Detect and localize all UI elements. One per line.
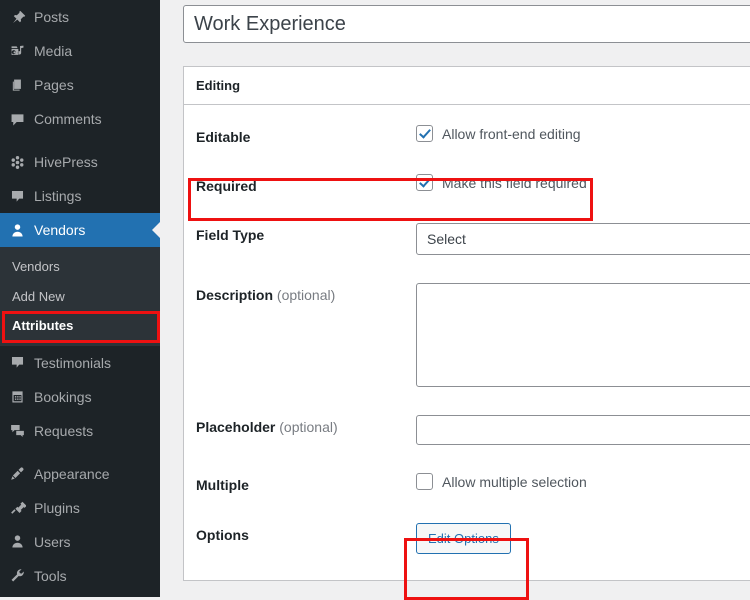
brush-icon	[0, 465, 34, 482]
hivepress-icon	[0, 154, 34, 171]
multiple-checkbox-line[interactable]: Allow multiple selection	[416, 473, 750, 490]
sidebar-item-label: Listings	[34, 189, 81, 203]
editable-checkbox-line[interactable]: Allow front-end editing	[416, 125, 750, 142]
sidebar-item-users[interactable]: Users	[0, 525, 160, 559]
requests-icon	[0, 422, 34, 439]
calendar-icon	[0, 388, 34, 405]
row-multiple: Multiple Allow multiple selection	[196, 459, 750, 508]
sidebar-item-label: Requests	[34, 424, 93, 438]
row-description: Description (optional)	[196, 269, 750, 401]
field-required: Make this field required	[416, 174, 750, 191]
label-required: Required	[196, 174, 416, 195]
row-required: Required Make this field required	[196, 160, 750, 209]
sidebar-item-tools[interactable]: Tools	[0, 559, 160, 593]
field-options: Edit Options	[416, 523, 750, 554]
field-editable: Allow front-end editing	[416, 125, 750, 142]
testimonials-icon	[0, 354, 34, 371]
sidebar-item-label: Comments	[34, 112, 102, 126]
users-icon	[0, 533, 34, 550]
sidebar-item-label: Media	[34, 44, 72, 58]
placeholder-input[interactable]	[416, 415, 750, 445]
row-field-type: Field Type Select	[196, 209, 750, 269]
submenu-item-label: Attributes	[12, 318, 73, 333]
sidebar-item-posts[interactable]: Posts	[0, 0, 160, 34]
panel-title: Editing	[196, 78, 240, 93]
required-checkbox-label: Make this field required	[442, 175, 587, 191]
multiple-checkbox[interactable]	[416, 473, 433, 490]
pin-icon	[0, 9, 34, 26]
editable-checkbox-label: Allow front-end editing	[442, 126, 581, 142]
label-description-text: Description	[196, 287, 273, 303]
admin-sidebar: Posts Media Pages Comments HivePress Lis…	[0, 0, 160, 597]
sidebar-separator-1	[0, 136, 160, 145]
sidebar-item-vendors[interactable]: Vendors	[0, 213, 160, 247]
required-checkbox-line[interactable]: Make this field required	[416, 174, 750, 191]
submenu-item-vendors[interactable]: Vendors	[0, 252, 160, 282]
vendors-icon	[0, 222, 34, 239]
sidebar-item-label: Tools	[34, 569, 67, 583]
field-multiple: Allow multiple selection	[416, 473, 750, 490]
vendors-submenu: Vendors Add New Attributes	[0, 247, 160, 346]
multiple-checkbox-label: Allow multiple selection	[442, 474, 587, 490]
label-description: Description (optional)	[196, 283, 416, 304]
sidebar-item-label: Users	[34, 535, 71, 549]
field-type-select[interactable]: Select	[416, 223, 750, 255]
media-icon	[0, 43, 34, 60]
row-editable: Editable Allow front-end editing	[196, 111, 750, 160]
editing-panel: Editing Editable Allow front-end editing…	[183, 66, 750, 581]
editing-panel-body: Editable Allow front-end editing Require…	[184, 105, 750, 580]
field-field-type: Select	[416, 223, 750, 255]
sidebar-item-comments[interactable]: Comments	[0, 102, 160, 136]
edit-options-button[interactable]: Edit Options	[416, 523, 511, 554]
listings-icon	[0, 188, 34, 205]
sidebar-item-label: Bookings	[34, 390, 92, 404]
field-placeholder	[416, 415, 750, 445]
sidebar-item-hivepress[interactable]: HivePress	[0, 145, 160, 179]
sidebar-item-appearance[interactable]: Appearance	[0, 457, 160, 491]
sidebar-item-bookings[interactable]: Bookings	[0, 380, 160, 414]
main-content: Editing Editable Allow front-end editing…	[160, 0, 750, 597]
editing-panel-header: Editing	[184, 67, 750, 105]
row-options: Options Edit Options	[196, 509, 750, 568]
sidebar-item-label: Testimonials	[34, 356, 111, 370]
plugin-icon	[0, 499, 34, 516]
field-type-value: Select	[427, 231, 466, 247]
sidebar-item-label: HivePress	[34, 155, 98, 169]
submenu-item-add-new[interactable]: Add New	[0, 282, 160, 312]
sidebar-item-requests[interactable]: Requests	[0, 414, 160, 448]
sidebar-item-plugins[interactable]: Plugins	[0, 491, 160, 525]
sidebar-item-label: Appearance	[34, 467, 110, 481]
label-placeholder: Placeholder (optional)	[196, 415, 416, 436]
field-description	[416, 283, 750, 387]
label-placeholder-text: Placeholder	[196, 419, 275, 435]
post-title-input[interactable]	[184, 10, 750, 38]
label-editable: Editable	[196, 125, 416, 146]
sidebar-item-testimonials[interactable]: Testimonials	[0, 346, 160, 380]
sidebar-item-media[interactable]: Media	[0, 34, 160, 68]
description-textarea[interactable]	[416, 283, 750, 387]
label-field-type: Field Type	[196, 223, 416, 244]
comment-icon	[0, 111, 34, 128]
sidebar-item-pages[interactable]: Pages	[0, 68, 160, 102]
sidebar-item-listings[interactable]: Listings	[0, 179, 160, 213]
sidebar-separator-2	[0, 448, 160, 457]
label-description-optional: (optional)	[277, 287, 335, 303]
editable-checkbox[interactable]	[416, 125, 433, 142]
label-options: Options	[196, 523, 416, 544]
label-multiple: Multiple	[196, 473, 416, 494]
wrench-icon	[0, 567, 34, 584]
sidebar-item-label: Vendors	[34, 223, 85, 237]
sidebar-item-label: Posts	[34, 10, 69, 24]
submenu-item-label: Add New	[12, 289, 65, 304]
sidebar-item-label: Plugins	[34, 501, 80, 515]
row-placeholder: Placeholder (optional)	[196, 401, 750, 459]
required-checkbox[interactable]	[416, 174, 433, 191]
pages-icon	[0, 77, 34, 94]
submenu-item-label: Vendors	[12, 259, 60, 274]
sidebar-item-label: Pages	[34, 78, 74, 92]
submenu-item-attributes[interactable]: Attributes	[0, 311, 160, 341]
post-title-wrap[interactable]	[183, 5, 750, 43]
label-placeholder-optional: (optional)	[279, 419, 337, 435]
